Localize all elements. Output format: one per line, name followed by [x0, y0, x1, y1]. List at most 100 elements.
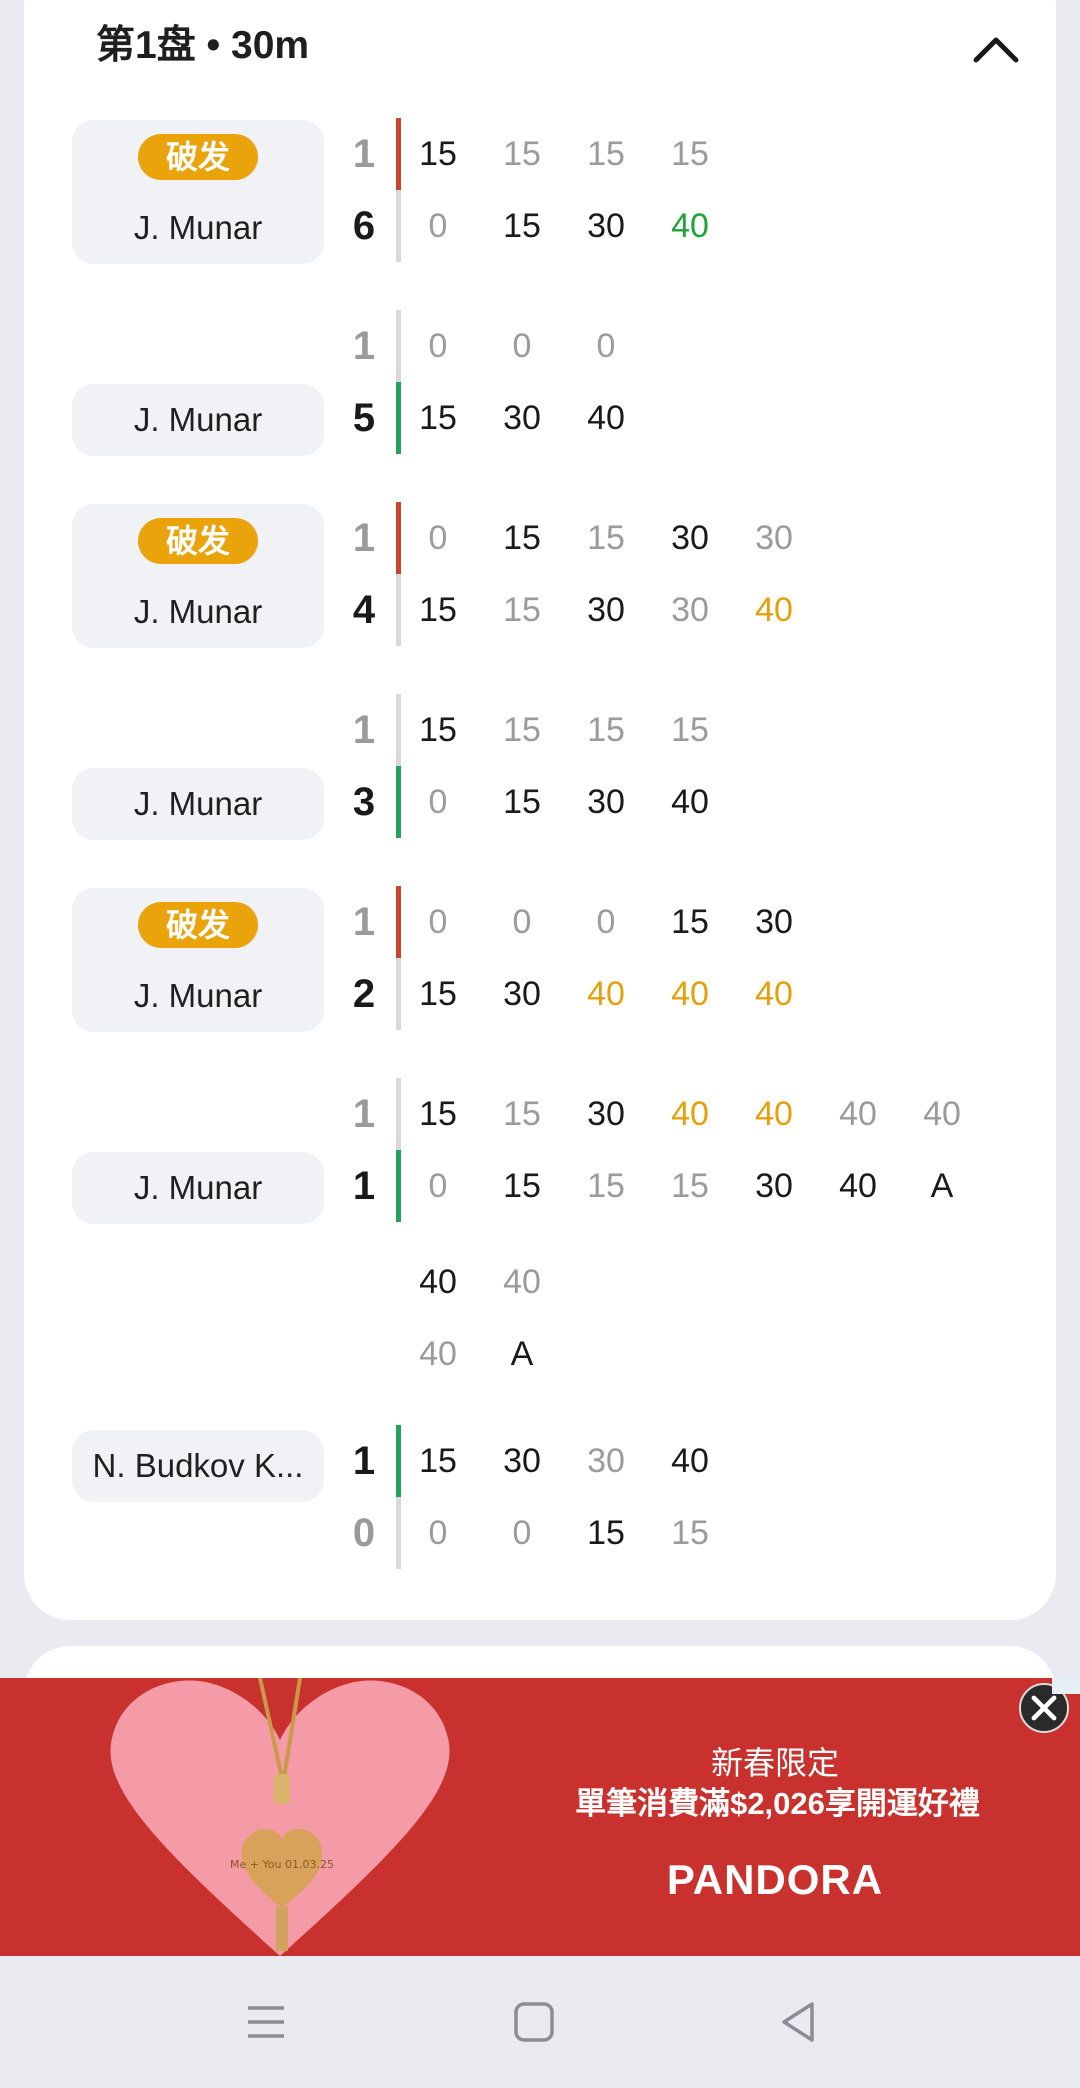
system-nav-bar — [0, 1956, 1080, 2088]
point-score: 15 — [671, 135, 709, 173]
point-score: 40 — [839, 1167, 877, 1205]
point-score: 40 — [587, 399, 625, 437]
home-square-icon[interactable] — [508, 1996, 560, 2048]
server-bar-bottom — [396, 1150, 401, 1222]
point-score: 40 — [419, 1335, 457, 1373]
back-triangle-icon[interactable] — [772, 1996, 824, 2048]
point-score: 40 — [671, 1095, 709, 1133]
game-score-top: 1 — [352, 516, 376, 560]
point-score: 40 — [587, 975, 625, 1013]
point-score: 40 — [419, 1263, 457, 1301]
chevron-up-icon[interactable] — [972, 28, 1020, 68]
player-name: J. Munar — [133, 1169, 263, 1206]
game-score-top: 1 — [352, 132, 376, 176]
ad-brand-logo: PANDORA — [666, 1856, 884, 1903]
game-score-bottom: 2 — [352, 972, 376, 1016]
point-score: 15 — [419, 1095, 457, 1133]
menu-icon[interactable] — [240, 1996, 292, 2048]
point-score: 0 — [428, 519, 448, 557]
server-bar-bottom — [396, 766, 401, 838]
player-pill[interactable]: J. Munar — [72, 384, 324, 456]
point-score: 15 — [419, 975, 457, 1013]
point-score: 15 — [587, 711, 625, 749]
player-pill[interactable]: 破发 J. Munar — [72, 120, 324, 264]
point-score: 15 — [671, 903, 709, 941]
player-name: J. Munar — [133, 209, 263, 246]
point-score: 40 — [755, 591, 793, 629]
player-pill[interactable]: J. Munar — [72, 768, 324, 840]
player-name: J. Munar — [133, 785, 263, 822]
point-score: 30 — [755, 1167, 793, 1205]
break-badge: 破发 — [138, 518, 258, 564]
game-score-top: 1 — [352, 324, 376, 368]
point-score: 40 — [671, 783, 709, 821]
point-score: 15 — [419, 135, 457, 173]
point-score: 15 — [503, 135, 541, 173]
point-score: 15 — [503, 207, 541, 245]
point-score: 30 — [587, 783, 625, 821]
point-score: 15 — [419, 1442, 457, 1480]
game-score-bottom: 4 — [352, 588, 376, 632]
point-score: 15 — [503, 1095, 541, 1133]
point-score: 15 — [671, 1167, 709, 1205]
point-score: 30 — [671, 519, 709, 557]
game-score-bottom: 3 — [352, 780, 376, 824]
player-pill[interactable]: 破发 J. Munar — [72, 888, 324, 1032]
server-bar-bottom — [396, 574, 401, 646]
point-score: 15 — [671, 711, 709, 749]
server-bar-top — [396, 886, 401, 958]
break-badge: 破发 — [138, 902, 258, 948]
point-score: 0 — [428, 903, 448, 941]
point-score: 15 — [419, 711, 457, 749]
game-score-top: 1 — [352, 708, 376, 752]
player-pill[interactable]: N. Budkov K... — [72, 1430, 324, 1502]
point-score: 40 — [671, 975, 709, 1013]
point-score: 15 — [419, 591, 457, 629]
point-score: 15 — [503, 519, 541, 557]
point-score: 30 — [587, 1442, 625, 1480]
point-score: 30 — [503, 399, 541, 437]
point-score: 40 — [755, 975, 793, 1013]
point-score: 15 — [503, 1167, 541, 1205]
player-name: J. Munar — [133, 401, 263, 438]
ad-banner[interactable]: Me + You 01.03.25 新春限定 單筆消費滿$2,026享開運好禮 … — [0, 1678, 1080, 1956]
server-bar-top — [396, 118, 401, 190]
player-name: J. Munar — [133, 593, 263, 630]
point-score: 15 — [503, 711, 541, 749]
game-score-top: 1 — [352, 1439, 376, 1483]
point-score: 15 — [587, 135, 625, 173]
point-score: 0 — [428, 783, 448, 821]
server-bar-bottom — [396, 958, 401, 1030]
server-bar-top — [396, 1425, 401, 1497]
point-score: 0 — [428, 207, 448, 245]
game-score-bottom: 0 — [352, 1511, 376, 1555]
game-score-top: 1 — [352, 1092, 376, 1136]
point-score: 0 — [428, 327, 448, 365]
point-score: 0 — [596, 327, 616, 365]
point-score: A — [510, 1335, 534, 1373]
server-bar-top — [396, 694, 401, 766]
point-score: 15 — [671, 1514, 709, 1552]
game-score-top: 1 — [352, 900, 376, 944]
point-score: 0 — [428, 1514, 448, 1552]
point-score: 0 — [512, 903, 532, 941]
game-score-bottom: 6 — [352, 204, 376, 248]
point-score: 15 — [419, 399, 457, 437]
player-pill[interactable]: 破发 J. Munar — [72, 504, 324, 648]
point-score: 0 — [428, 1167, 448, 1205]
game-score-bottom: 5 — [352, 396, 376, 440]
player-name: J. Munar — [133, 977, 263, 1014]
point-score: 30 — [503, 1442, 541, 1480]
server-bar-bottom — [396, 190, 401, 262]
ad-info-icon[interactable] — [1052, 1678, 1080, 1694]
point-score: 30 — [755, 519, 793, 557]
player-pill[interactable]: J. Munar — [72, 1152, 324, 1224]
pendant-engraving: Me + You 01.03.25 — [230, 1858, 334, 1871]
server-bar-bottom — [396, 382, 401, 454]
server-bar-top — [396, 502, 401, 574]
point-score: 40 — [503, 1263, 541, 1301]
point-score: 30 — [587, 207, 625, 245]
point-score: 30 — [671, 591, 709, 629]
point-score: 30 — [587, 1095, 625, 1133]
point-score: 0 — [512, 1514, 532, 1552]
